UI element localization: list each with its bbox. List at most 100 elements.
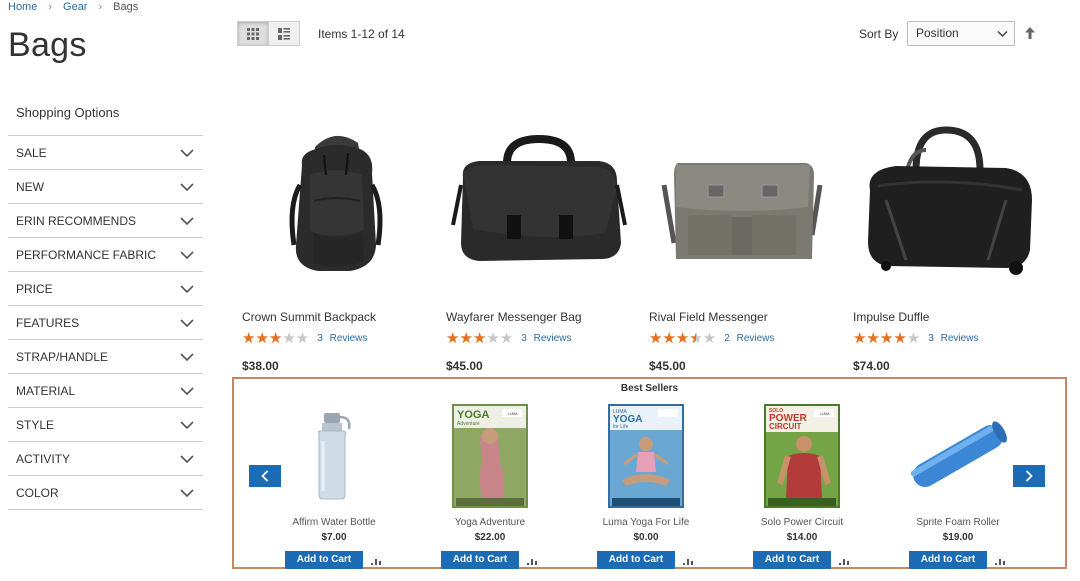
product-name-link[interactable]: Wayfarer Messenger Bag: [446, 310, 582, 324]
reviews-link[interactable]: 3 Reviews: [928, 333, 978, 344]
best-seller-image[interactable]: [883, 401, 1033, 511]
filter-label: COLOR: [16, 485, 59, 500]
rating-stars: ★★★★★★★★★★: [242, 329, 310, 347]
filter-activity[interactable]: ACTIVITY: [8, 442, 203, 476]
add-to-cart-button[interactable]: Add to Cart: [752, 551, 832, 569]
breadcrumb-home-link[interactable]: Home: [8, 1, 37, 13]
filter-erin-recommends[interactable]: ERIN RECOMMENDS: [8, 204, 203, 238]
filter-label: STRAP/HANDLE: [16, 349, 109, 364]
product-item: Wayfarer Messenger Bag ★★★★★★★★★★ 3 Revi…: [444, 100, 634, 373]
product-rating: ★★★★★★★★★★ 3 Reviews: [853, 331, 978, 346]
filter-price[interactable]: PRICE: [8, 272, 203, 306]
best-seller-item: SOLO POWER CIRCUIT LUMA Solo Power Circu…: [727, 401, 877, 569]
rating-stars: ★★★★★★★★★★: [446, 329, 514, 347]
best-seller-item: Sprite Foam Roller $19.00 Add to Cart: [883, 401, 1033, 569]
breadcrumb-separator-icon: ›: [98, 1, 103, 13]
compare-button[interactable]: [683, 556, 695, 565]
chevron-down-icon: [180, 148, 194, 157]
filter-strap-handle[interactable]: STRAP/HANDLE: [8, 340, 203, 374]
reviews-link[interactable]: 3 Reviews: [521, 333, 571, 344]
filter-sale[interactable]: SALE: [8, 136, 203, 170]
filter-label: ACTIVITY: [16, 451, 71, 466]
field-messenger-image: [661, 163, 823, 259]
compare-button[interactable]: [839, 556, 851, 565]
product-image-field-messenger[interactable]: [647, 100, 837, 300]
yoga-adventure-dvd-image: YOGA Adventure LUMA: [452, 404, 528, 508]
filter-style[interactable]: STYLE: [8, 408, 203, 442]
add-to-cart-button[interactable]: Add to Cart: [596, 551, 676, 569]
chevron-down-icon: [997, 30, 1008, 38]
best-seller-name-link[interactable]: Sprite Foam Roller: [883, 517, 1033, 528]
product-price: $74.00: [853, 359, 890, 373]
reviews-label: Reviews: [940, 333, 979, 344]
best-seller-image[interactable]: SOLO POWER CIRCUIT LUMA: [727, 401, 877, 511]
breadcrumb-gear-link[interactable]: Gear: [63, 1, 87, 13]
reviews-label: Reviews: [736, 333, 775, 344]
product-rating: ★★★★★★★★★★ 3 Reviews: [242, 331, 367, 346]
duffle-image: [868, 126, 1032, 275]
best-seller-price: $7.00: [321, 532, 347, 543]
product-item: Crown Summit Backpack ★★★★★★★★★★ 3 Revie…: [240, 100, 430, 373]
product-image-duffle[interactable]: [851, 100, 1041, 300]
compare-button[interactable]: [371, 556, 383, 565]
filter-label: STYLE: [16, 417, 55, 432]
chevron-down-icon: [180, 182, 194, 191]
best-seller-image[interactable]: LUMA YOGA for Life: [571, 401, 721, 511]
dvd-brand: LUMA: [820, 412, 830, 416]
best-sellers-title: Best Sellers: [620, 383, 679, 394]
page-title: Bags: [8, 26, 87, 64]
best-seller-name-link[interactable]: Luma Yoga For Life: [571, 517, 721, 528]
best-seller-name-link[interactable]: Solo Power Circuit: [727, 517, 877, 528]
add-to-cart-button[interactable]: Add to Cart: [440, 551, 520, 569]
grid-view-button[interactable]: [237, 21, 269, 46]
sort-direction-button[interactable]: [1024, 26, 1036, 45]
best-seller-name-link[interactable]: Yoga Adventure: [415, 517, 565, 528]
best-seller-image[interactable]: YOGA Adventure LUMA: [415, 401, 565, 511]
product-name-link[interactable]: Impulse Duffle: [853, 310, 929, 324]
chevron-down-icon: [180, 250, 194, 259]
product-name-link[interactable]: Rival Field Messenger: [649, 310, 768, 324]
grid-icon: [247, 27, 259, 40]
filter-features[interactable]: FEATURES: [8, 306, 203, 340]
dvd-cover-subtitle: for Life: [613, 424, 629, 430]
dvd-cover-subtitle: CIRCUIT: [769, 422, 802, 431]
reviews-count: 3: [521, 333, 527, 344]
backpack-image: [289, 135, 383, 271]
add-to-cart-button[interactable]: Add to Cart: [284, 551, 364, 569]
best-seller-actions: Add to Cart: [259, 551, 409, 569]
breadcrumb-current: Bags: [113, 1, 139, 13]
compare-button[interactable]: [995, 556, 1007, 565]
filter-new[interactable]: NEW: [8, 170, 203, 204]
chevron-down-icon: [180, 454, 194, 463]
reviews-link[interactable]: 3 Reviews: [317, 333, 367, 344]
reviews-count: 3: [928, 333, 934, 344]
filter-label: SALE: [16, 145, 47, 160]
filter-material[interactable]: MATERIAL: [8, 374, 203, 408]
best-seller-name-link[interactable]: Affirm Water Bottle: [259, 517, 409, 528]
compare-button[interactable]: [527, 556, 539, 565]
list-view-button[interactable]: [268, 21, 300, 46]
product-price: $38.00: [242, 359, 279, 373]
best-seller-actions: Add to Cart: [415, 551, 565, 569]
compare-icon: [995, 558, 1006, 565]
compare-icon: [839, 558, 850, 565]
water-bottle-image: [317, 413, 351, 500]
toolbar-item-count: Items 1-12 of 14: [318, 27, 405, 41]
chevron-down-icon: [180, 216, 194, 225]
shopping-options-title: Shopping Options: [8, 100, 203, 136]
filter-color[interactable]: COLOR: [8, 476, 203, 510]
product-image-backpack[interactable]: [240, 100, 430, 300]
sort-by-select[interactable]: Position: [907, 21, 1015, 46]
reviews-count: 3: [317, 333, 323, 344]
reviews-link[interactable]: 2 Reviews: [724, 333, 774, 344]
sort-by-label: Sort By: [859, 27, 899, 41]
best-seller-image[interactable]: [259, 401, 409, 511]
arrow-up-icon: [1025, 27, 1035, 39]
yoga-for-life-dvd-image: LUMA YOGA for Life: [608, 404, 684, 508]
chevron-down-icon: [180, 488, 194, 497]
product-name-link[interactable]: Crown Summit Backpack: [242, 310, 376, 324]
add-to-cart-button[interactable]: Add to Cart: [908, 551, 988, 569]
filter-performance-fabric[interactable]: PERFORMANCE FABRIC: [8, 238, 203, 272]
product-image-messenger-bag[interactable]: [444, 100, 634, 300]
dvd-cover-title: YOGA: [457, 409, 489, 421]
